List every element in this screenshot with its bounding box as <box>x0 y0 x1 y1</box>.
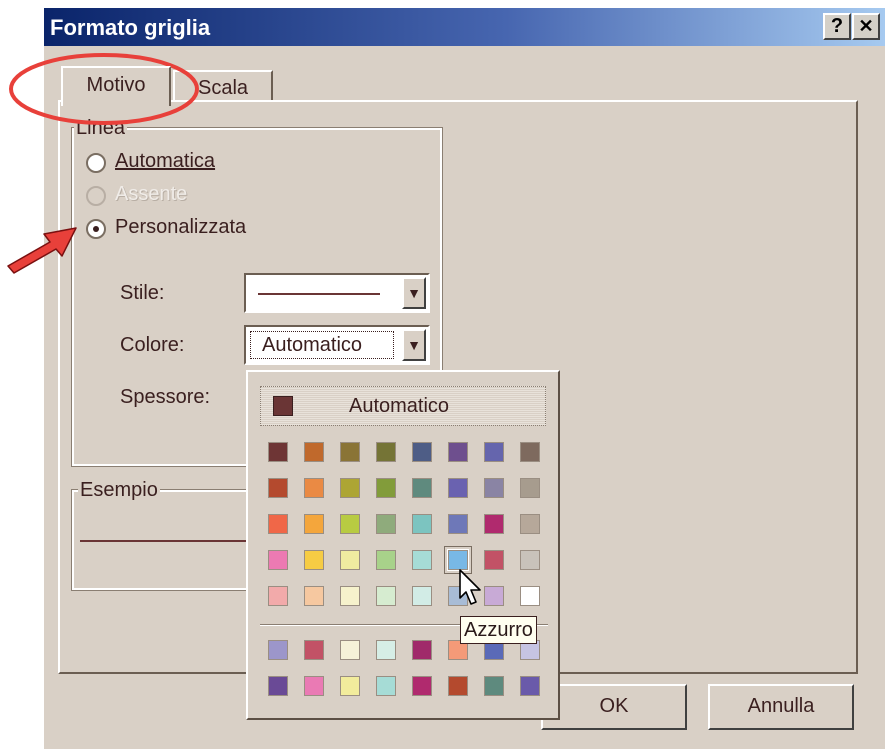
color-swatch[interactable] <box>304 586 324 606</box>
colore-dropdown[interactable]: Automatico ▼ <box>244 325 430 365</box>
color-swatch[interactable] <box>376 640 396 660</box>
color-swatch[interactable] <box>268 586 288 606</box>
line-style-preview <box>258 293 380 295</box>
color-swatch[interactable] <box>340 640 360 660</box>
color-swatch[interactable] <box>520 676 540 696</box>
close-icon: ✕ <box>858 16 874 36</box>
help-button[interactable]: ? <box>823 13 851 40</box>
color-swatch[interactable] <box>448 514 468 534</box>
mouse-pointer-icon <box>459 569 481 605</box>
color-swatch[interactable] <box>376 550 396 570</box>
tab-motivo[interactable]: Motivo <box>61 66 171 106</box>
color-swatch[interactable] <box>268 478 288 498</box>
automatic-color-swatch <box>273 396 293 416</box>
esempio-legend: Esempio <box>78 479 160 501</box>
label-spessore: Spessore: <box>120 386 211 408</box>
tab-scala-label: Scala <box>197 77 249 99</box>
cancel-button[interactable]: Annulla <box>708 684 854 730</box>
color-tooltip: Azzurro <box>460 616 537 644</box>
stile-dropdown[interactable]: ▼ <box>244 273 430 313</box>
color-swatch[interactable] <box>376 514 396 534</box>
color-swatch[interactable] <box>340 442 360 462</box>
title-bar: Formato griglia ? ✕ <box>44 8 885 46</box>
color-swatch[interactable] <box>340 514 360 534</box>
chevron-down-icon: ▼ <box>407 337 421 353</box>
color-swatch[interactable] <box>520 442 540 462</box>
color-swatch[interactable] <box>376 442 396 462</box>
radio-automatica[interactable] <box>86 153 106 173</box>
color-swatch[interactable] <box>376 478 396 498</box>
chevron-down-icon: ▼ <box>407 285 421 301</box>
window-title: Formato griglia <box>50 15 211 40</box>
radio-personalizzata[interactable] <box>86 219 106 239</box>
stile-dropdown-arrow[interactable]: ▼ <box>402 277 426 309</box>
radio-selected-dot <box>93 226 99 232</box>
tab-motivo-label: Motivo <box>86 74 146 96</box>
color-swatch[interactable] <box>448 676 468 696</box>
color-swatch[interactable] <box>484 676 504 696</box>
color-swatch[interactable] <box>412 550 432 570</box>
color-swatch[interactable] <box>484 442 504 462</box>
color-swatch[interactable] <box>304 442 324 462</box>
color-swatch[interactable] <box>304 550 324 570</box>
color-swatch[interactable] <box>520 514 540 534</box>
color-swatch[interactable] <box>447 549 469 571</box>
annotation-arrow-icon <box>7 227 77 274</box>
color-swatch[interactable] <box>376 676 396 696</box>
color-swatch[interactable] <box>340 478 360 498</box>
label-assente: Assente <box>115 183 188 205</box>
color-swatch[interactable] <box>484 514 504 534</box>
label-automatica: Automatica <box>115 150 216 172</box>
color-swatch[interactable] <box>520 550 540 570</box>
color-swatch[interactable] <box>448 478 468 498</box>
color-swatch[interactable] <box>520 586 540 606</box>
ok-button[interactable]: OK <box>541 684 687 730</box>
color-swatch[interactable] <box>304 640 324 660</box>
label-stile: Stile: <box>120 282 165 304</box>
color-swatch[interactable] <box>340 676 360 696</box>
automatic-color-label: Automatico <box>349 395 450 417</box>
label-personalizzata: Personalizzata <box>115 216 247 238</box>
color-swatch[interactable] <box>304 478 324 498</box>
colore-value: Automatico <box>262 334 363 356</box>
color-swatch[interactable] <box>448 442 468 462</box>
automatic-color-button[interactable]: Automatico <box>260 386 546 426</box>
color-swatch[interactable] <box>412 514 432 534</box>
color-swatch[interactable] <box>304 676 324 696</box>
color-swatch[interactable] <box>484 478 504 498</box>
color-swatch[interactable] <box>484 550 504 570</box>
color-swatch[interactable] <box>340 586 360 606</box>
color-swatch[interactable] <box>268 442 288 462</box>
color-swatch[interactable] <box>268 514 288 534</box>
color-swatch[interactable] <box>412 442 432 462</box>
color-swatch[interactable] <box>412 676 432 696</box>
color-palette-popup: Automatico <box>246 370 560 720</box>
close-button[interactable]: ✕ <box>852 13 880 40</box>
color-swatch[interactable] <box>268 676 288 696</box>
color-swatch[interactable] <box>520 478 540 498</box>
color-swatch[interactable] <box>412 640 432 660</box>
color-swatch[interactable] <box>376 586 396 606</box>
color-swatch[interactable] <box>340 550 360 570</box>
color-swatch[interactable] <box>304 514 324 534</box>
label-colore: Colore: <box>120 334 185 356</box>
color-swatch[interactable] <box>412 586 432 606</box>
radio-assente <box>86 186 106 206</box>
color-swatch[interactable] <box>484 586 504 606</box>
color-swatch[interactable] <box>412 478 432 498</box>
color-swatch[interactable] <box>268 640 288 660</box>
color-swatch[interactable] <box>268 550 288 570</box>
colore-dropdown-arrow[interactable]: ▼ <box>402 329 426 361</box>
